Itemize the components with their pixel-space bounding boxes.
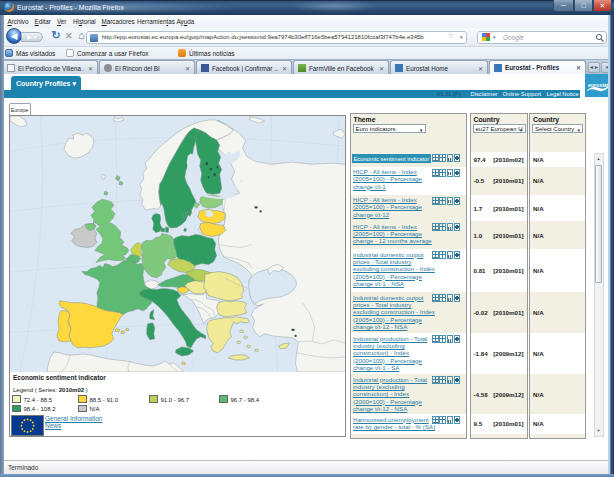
svg-text:eurostat: eurostat	[588, 82, 609, 88]
